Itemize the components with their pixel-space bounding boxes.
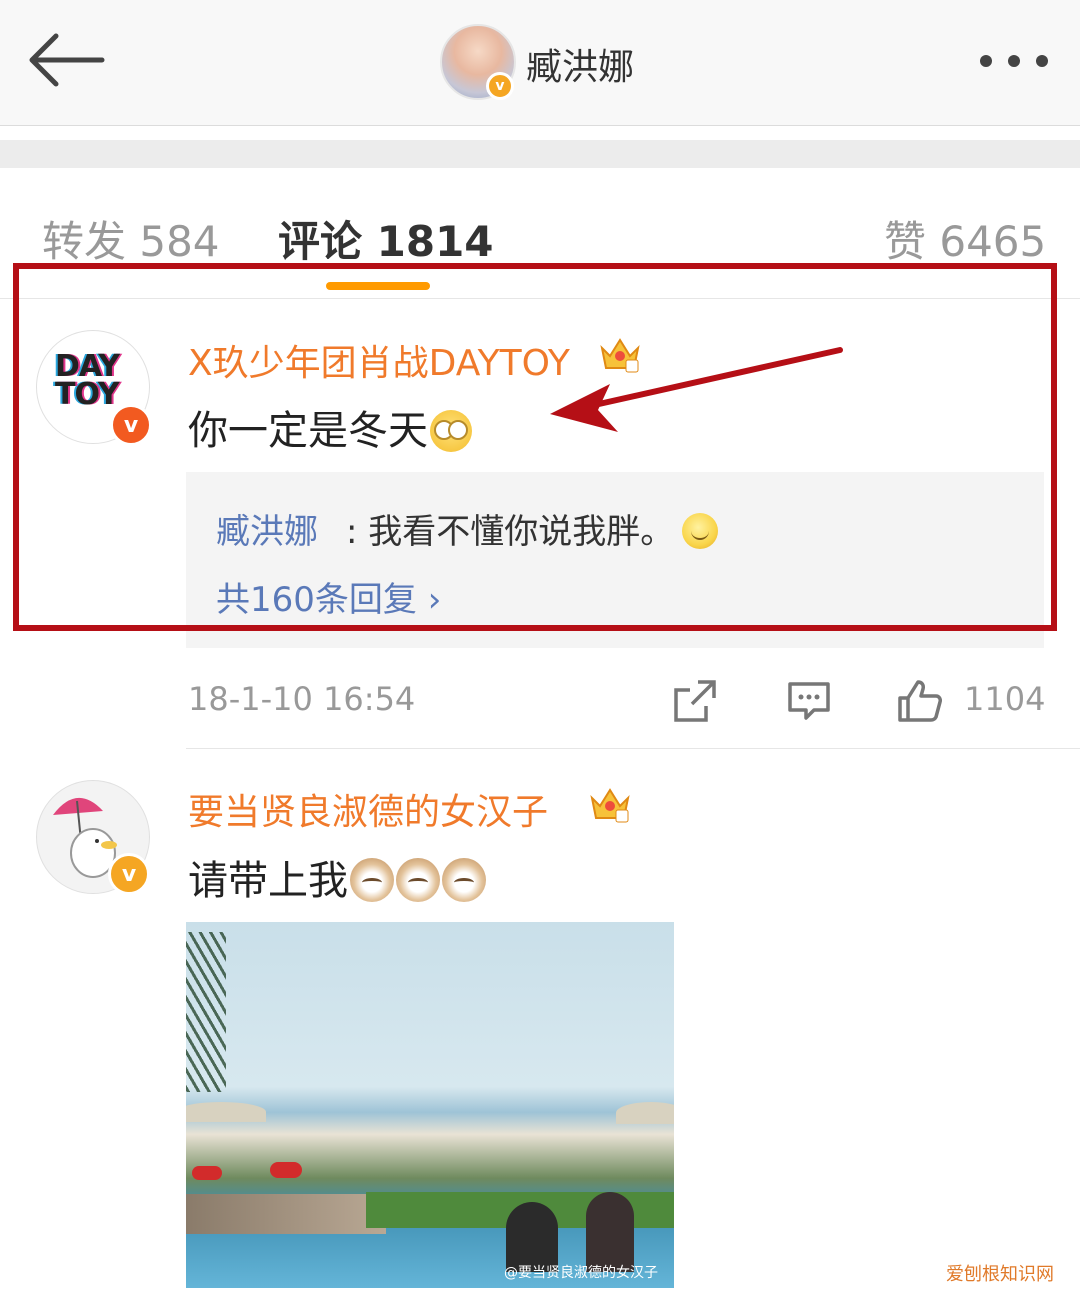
divider xyxy=(186,748,1080,749)
page-title: 臧洪娜 xyxy=(526,47,635,88)
verified-badge-icon: v xyxy=(108,853,150,895)
photo-beanbag xyxy=(270,1162,302,1178)
back-arrow-icon[interactable] xyxy=(26,30,106,90)
photo-person xyxy=(586,1192,634,1272)
comment-icon[interactable] xyxy=(786,678,832,724)
cat-face-emoji-icon xyxy=(396,858,440,902)
cat-face-emoji-icon xyxy=(350,858,394,902)
tab-comment[interactable]: 评论 1814 xyxy=(278,208,494,269)
site-watermark: 爱刨根知识网 xyxy=(946,1264,1054,1285)
comment-text: 请带上我 xyxy=(188,848,486,906)
comment-username[interactable]: 要当贤良淑德的女汉子 xyxy=(188,783,548,835)
cat-face-emoji-icon xyxy=(442,858,486,902)
photo-palm xyxy=(186,932,226,1092)
photo-beanbag xyxy=(192,1166,222,1180)
photo-umbrella xyxy=(616,1102,674,1124)
photo-umbrella xyxy=(186,1102,266,1122)
annotation-highlight-box xyxy=(13,263,1057,631)
tab-like[interactable]: 赞 6465 xyxy=(884,208,1046,269)
annotation-arrow-icon xyxy=(550,347,843,432)
top-bar: v 臧洪娜 xyxy=(0,0,1080,126)
verified-badge-icon: v xyxy=(486,72,514,100)
share-icon[interactable] xyxy=(672,678,718,724)
like-count: 1104 xyxy=(964,680,1046,718)
section-spacer xyxy=(0,140,1080,168)
comment-image[interactable]: @要当贤良淑德的女汉子 xyxy=(186,922,674,1288)
comment-timestamp: 18-1-10 16:54 xyxy=(188,680,416,718)
more-options-icon[interactable] xyxy=(970,48,1060,74)
image-watermark: @要当贤良淑德的女汉子 xyxy=(504,1265,658,1281)
crown-level-icon xyxy=(590,788,630,823)
thumbs-up-icon[interactable] xyxy=(896,678,942,724)
tab-repost[interactable]: 转发 584 xyxy=(42,208,220,269)
photo-deck xyxy=(186,1194,386,1234)
